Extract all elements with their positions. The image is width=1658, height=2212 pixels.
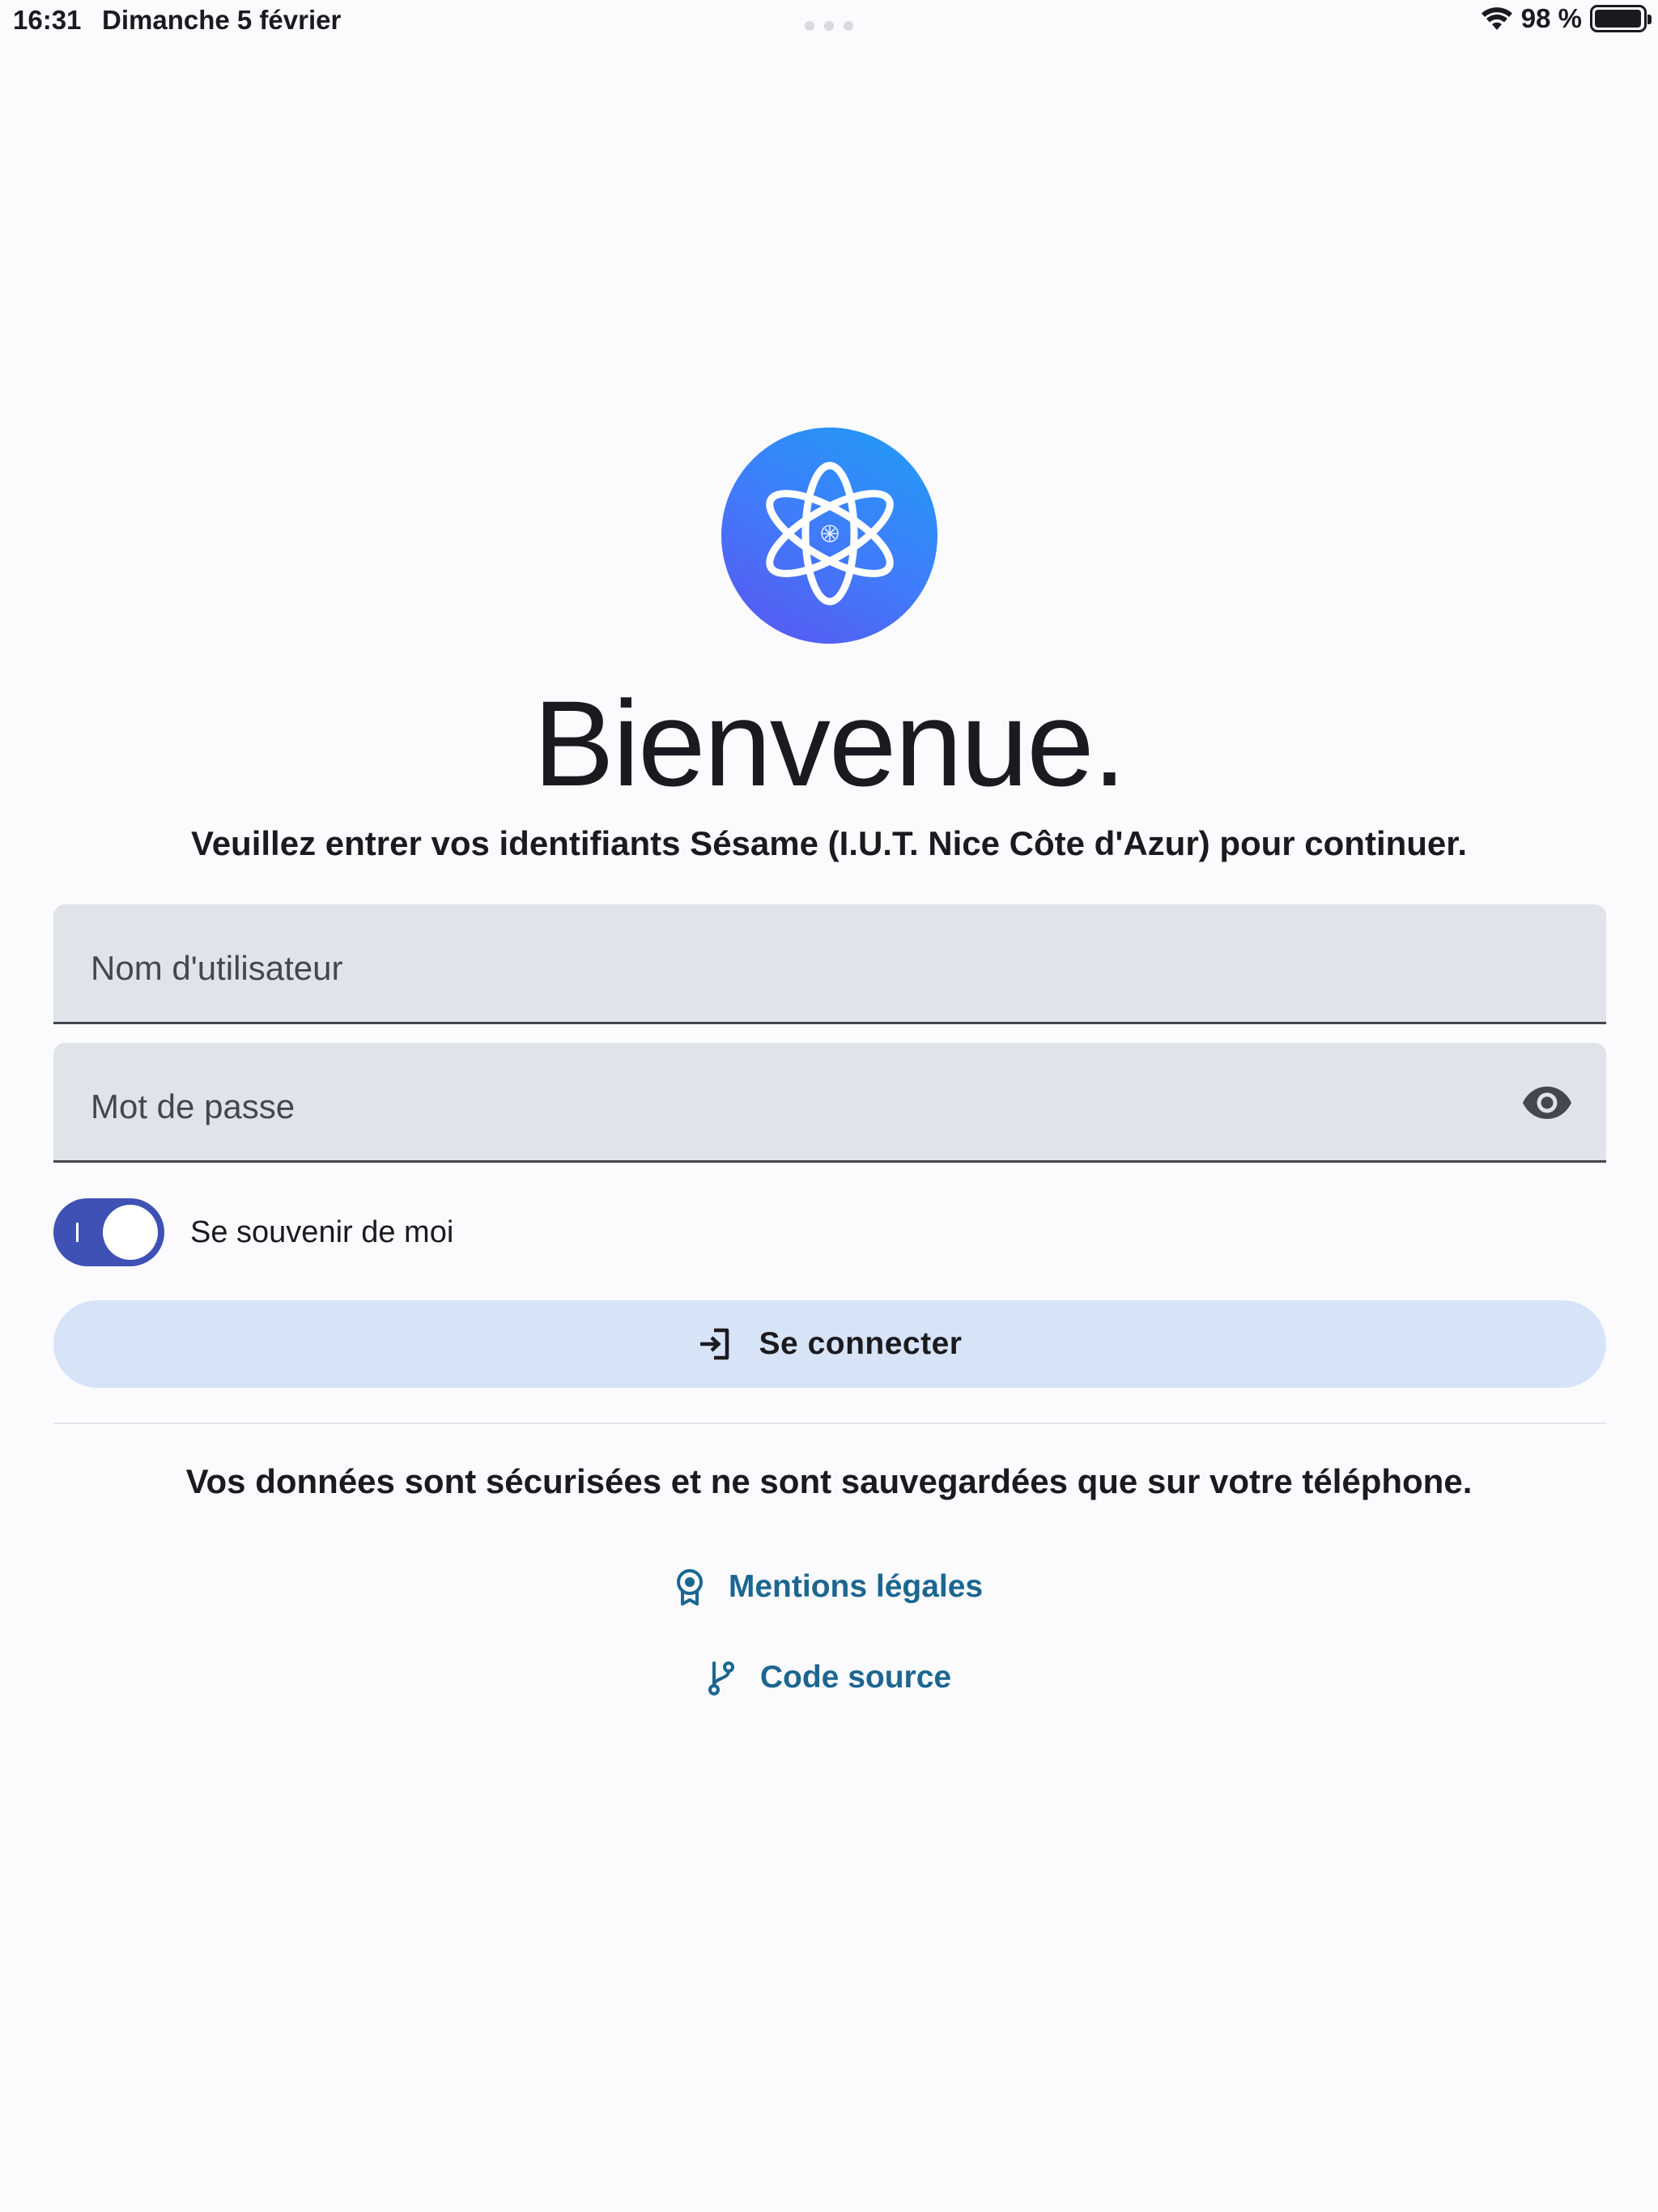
username-field[interactable] xyxy=(53,904,1606,1024)
status-bar: 16:31 Dimanche 5 février 98 % xyxy=(0,0,1658,45)
password-input[interactable] xyxy=(89,1043,1465,1160)
toggle-on-mark xyxy=(76,1223,79,1242)
login-icon xyxy=(698,1327,732,1361)
wifi-icon xyxy=(1481,6,1513,32)
status-date: Dimanche 5 février xyxy=(102,5,342,35)
legal-notice-link[interactable]: Mentions légales xyxy=(0,1564,1658,1610)
status-right: 98 % xyxy=(1481,3,1652,34)
status-time: 16:31 xyxy=(13,5,82,35)
source-code-label: Code source xyxy=(759,1660,952,1695)
remember-me-row: Se souvenir de moi xyxy=(53,1198,453,1266)
source-code-link[interactable]: Code source xyxy=(0,1655,1658,1700)
login-button[interactable]: Se connecter xyxy=(53,1300,1606,1388)
username-input[interactable] xyxy=(89,904,1465,1022)
remember-me-toggle[interactable] xyxy=(53,1198,164,1266)
app-logo xyxy=(721,428,937,644)
battery-percentage: 98 % xyxy=(1520,3,1582,33)
legal-notice-label: Mentions légales xyxy=(728,1569,984,1604)
eye-icon[interactable] xyxy=(1520,1078,1574,1127)
badge-icon xyxy=(675,1568,704,1606)
toggle-thumb[interactable] xyxy=(103,1205,158,1260)
git-branch-icon xyxy=(707,1660,736,1695)
security-notice: Vos données sont sécurisées et ne sont s… xyxy=(185,1462,1473,1500)
password-field[interactable] xyxy=(53,1043,1606,1163)
remember-me-label: Se souvenir de moi xyxy=(190,1214,454,1249)
atom-icon xyxy=(757,453,903,619)
divider xyxy=(53,1423,1606,1424)
multitasking-dots[interactable] xyxy=(805,21,853,31)
login-button-label: Se connecter xyxy=(759,1326,963,1361)
battery-icon xyxy=(1590,5,1652,32)
battery-level xyxy=(1595,10,1641,28)
page-title: Bienvenue. xyxy=(533,675,1127,811)
page-subtitle: Veuillez entrer vos identifiants Sésame … xyxy=(191,824,1467,862)
